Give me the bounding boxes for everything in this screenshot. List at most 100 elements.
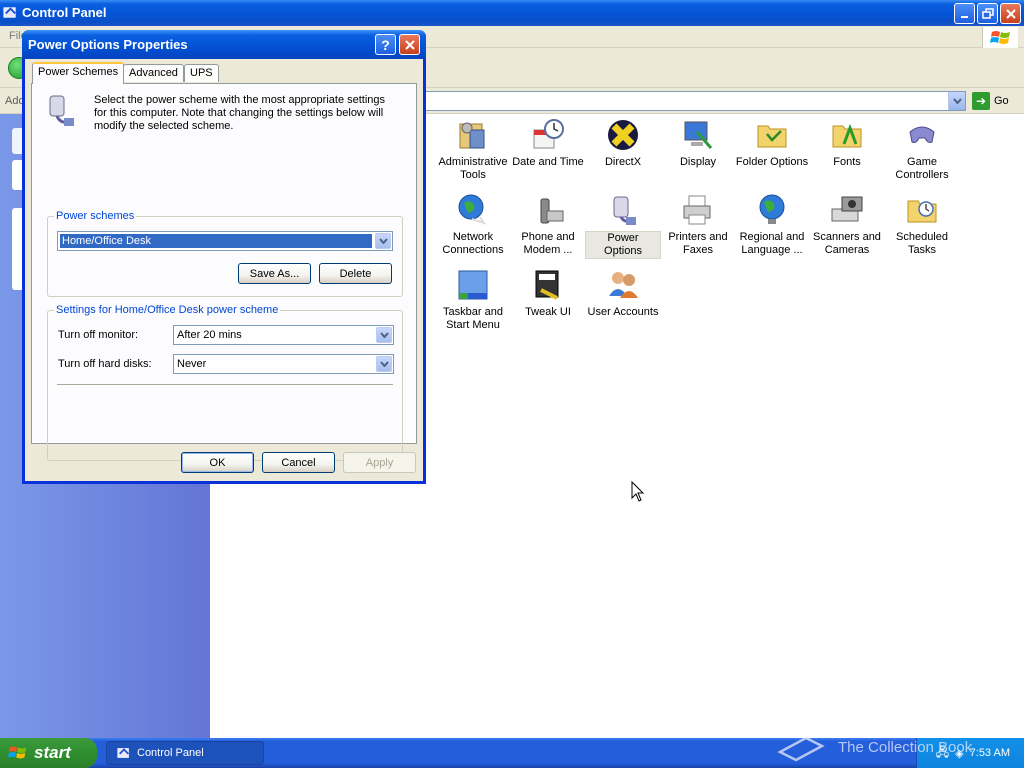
control-panel-titlebar[interactable]: Control Panel [0,0,1024,26]
ok-button[interactable]: OK [181,452,254,473]
address-dropdown-button[interactable] [948,92,965,110]
delete-button[interactable]: Delete [319,263,392,284]
restore-icon [981,7,994,19]
user-accounts-icon [609,272,638,298]
power-options-icon [49,95,74,126]
restore-button[interactable] [977,3,998,24]
icon-game-controllers[interactable]: Game Controllers [884,118,960,182]
icon-display[interactable]: Display [660,118,736,169]
dialog-title: Power Options Properties [28,37,188,52]
minimize-button[interactable] [954,3,975,24]
display-icon [684,121,713,149]
icon-regional-and-language[interactable]: Regional and Language ... [734,193,810,257]
power-schemes-group-title: Power schemes [54,210,137,222]
power-schemes-group: Power schemes Home/Office Desk Save As..… [47,210,403,297]
windows-flag-icon [8,746,27,759]
icon-user-accounts[interactable]: User Accounts [585,268,661,319]
minimize-icon [960,15,968,18]
icon-network-connections[interactable]: Network Connections [435,193,511,257]
apply-button[interactable]: Apply [343,452,416,473]
scheduled-tasks-icon [907,200,937,223]
clock[interactable]: 7:53 AM [970,747,1010,759]
icon-administrative-tools[interactable]: Administrative Tools [435,118,511,182]
dialog-body: Power Schemes Advanced UPS Select the po… [25,59,423,481]
go-label: Go [994,95,1009,107]
turn-off-hard-disks-select[interactable]: Never [173,354,394,374]
icon-label: Tweak UI [525,306,571,318]
settings-separator [57,384,393,386]
icon-label: User Accounts [587,306,659,318]
go-arrow-icon: ➔ [972,92,990,110]
close-icon [1005,8,1016,19]
icon-label: DirectX [604,156,642,168]
icon-label: Regional and Language ... [739,231,805,256]
go-button[interactable]: ➔ Go [972,92,1009,110]
fonts-icon [832,123,862,148]
tab-ups[interactable]: UPS [184,64,219,82]
icon-label: Folder Options [735,156,809,168]
start-label: start [34,743,71,762]
icon-label: Network Connections [442,231,504,256]
icon-power-options[interactable]: Power Options [585,193,661,259]
start-button[interactable]: start [0,738,97,768]
icon-label: Scheduled Tasks [896,231,948,256]
icon-directx[interactable]: DirectX [585,118,661,169]
chevron-down-icon [952,98,962,104]
icon-printers-and-faxes[interactable]: Printers and Faxes [660,193,736,257]
turn-off-hard-disks-label: Turn off hard disks: [58,358,152,370]
turn-off-monitor-value: After 20 mins [177,329,242,341]
tab-advanced[interactable]: Advanced [123,64,184,82]
administrative-tools-icon [459,122,485,149]
icon-folder-options[interactable]: Folder Options [734,118,810,169]
mouse-cursor-icon [631,481,645,502]
close-icon [404,39,415,50]
phone-icon [540,198,564,224]
window-title: Control Panel [22,5,107,20]
icon-date-and-time[interactable]: Date and Time [510,118,586,169]
turn-off-monitor-select[interactable]: After 20 mins [173,325,394,345]
icon-scanners-and-cameras[interactable]: Scanners and Cameras [809,193,885,257]
cancel-button[interactable]: Cancel [262,452,335,473]
watermark-text: The Collection Book [838,738,973,756]
control-panel-icon [3,7,16,18]
icon-label: Fonts [833,156,861,168]
chevron-down-icon [376,327,392,343]
chevron-down-icon [375,233,391,249]
date-and-time-icon [533,119,564,149]
chevron-down-icon [376,356,392,372]
icon-label: Phone and Modem ... [521,231,575,256]
folder-options-icon [757,125,787,148]
icon-taskbar-and-start-menu[interactable]: Taskbar and Start Menu [435,268,511,332]
icon-label: Taskbar and Start Menu [443,306,503,331]
icon-label: Date and Time [512,156,584,168]
power-scheme-select[interactable]: Home/Office Desk [57,231,393,251]
tab-power-schemes[interactable]: Power Schemes [32,62,125,84]
dialog-close-button[interactable] [399,34,420,55]
icon-tweak-ui[interactable]: Tweak UI [510,268,586,319]
save-as-button[interactable]: Save As... [238,263,311,284]
help-button[interactable]: ? [375,34,396,55]
watermark: The Collection Book [776,732,972,762]
icon-label: Game Controllers [895,156,949,181]
icon-scheduled-tasks[interactable]: Scheduled Tasks [884,193,960,257]
scheme-settings-group-title: Settings for Home/Office Desk power sche… [54,304,281,316]
windows-flag-icon [982,27,1018,48]
dialog-titlebar[interactable]: Power Options Properties ? [22,30,426,59]
directx-icon [608,120,638,150]
game-controllers-icon [909,126,935,143]
turn-off-monitor-label: Turn off monitor: [58,329,139,341]
icon-phone-and-modem[interactable]: Phone and Modem ... [510,193,586,257]
scanner-camera-icon [831,196,863,222]
taskbar-button-label: Control Panel [137,747,204,759]
taskbar-button-control-panel[interactable]: Control Panel [106,741,264,765]
taskbar-icon [458,270,488,300]
help-icon: ? [381,36,390,53]
network-connections-icon [458,194,487,225]
icon-fonts[interactable]: Fonts [809,118,885,169]
intro-text: Select the power scheme with the most ap… [94,94,386,132]
power-options-dialog: Power Options Properties ? Power Schemes… [22,30,426,484]
book-icon [777,736,825,762]
icon-label: Administrative Tools [438,156,508,181]
close-button[interactable] [1000,3,1021,24]
globe-icon [759,194,785,224]
